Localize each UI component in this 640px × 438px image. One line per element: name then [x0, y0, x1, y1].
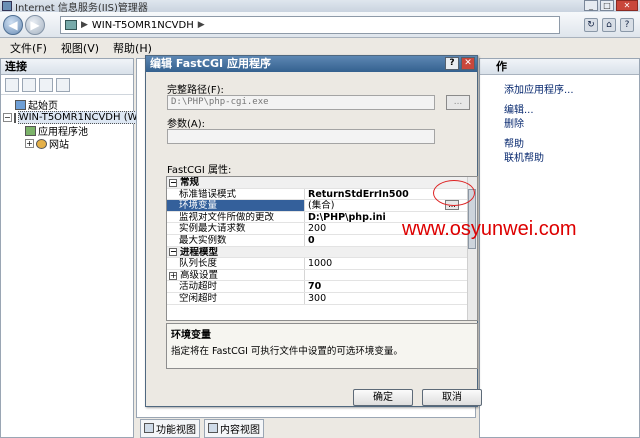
arguments-label: 参数(A): — [167, 119, 206, 130]
prop-row-idle-timeout[interactable]: 空闲超时 300 — [167, 292, 477, 305]
save-icon[interactable] — [22, 78, 36, 92]
tree-item-sites[interactable]: + 网站 — [3, 137, 133, 151]
home-icon[interactable]: ⌂ — [602, 18, 616, 32]
action-delete[interactable]: 删除 — [504, 115, 639, 130]
menu-bar: 文件(F) 视图(V) 帮助(H) — [0, 40, 640, 56]
menu-view[interactable]: 视图(V) — [61, 40, 99, 56]
full-path-browse-button[interactable]: ... — [446, 95, 470, 110]
tree-item-start-page[interactable]: 起始页 — [3, 98, 133, 112]
sites-globe-icon — [36, 138, 47, 149]
connections-header: 连接 — [1, 59, 133, 75]
property-description: 环境变量 指定将在 FastCGI 可执行文件中设置的可选环境变量。 — [166, 323, 478, 369]
address-bar: ◀ ▶ ▶ WIN-T5OMR1NCVDH ▶ ↻ ⌂ ? — [0, 12, 640, 38]
address-path: WIN-T5OMR1NCVDH — [91, 19, 194, 31]
content-view-icon — [208, 423, 218, 433]
watermark-text: www.osyunwei.com — [402, 218, 577, 240]
actions-panel: 作 添加应用程序... 编辑... 删除 帮助 联机帮助 — [479, 58, 640, 438]
server-node-icon — [13, 112, 16, 123]
iis-app-icon — [2, 1, 12, 11]
back-button[interactable]: ◀ — [3, 15, 23, 35]
refresh-icon[interactable]: ↻ — [584, 18, 598, 32]
collapse-icon[interactable]: − — [169, 248, 177, 257]
tab-features-view[interactable]: 功能视图 — [140, 418, 200, 438]
prop-row-activity-timeout[interactable]: 活动超时 70 — [167, 281, 477, 293]
forward-button[interactable]: ▶ — [25, 15, 45, 35]
up-icon[interactable] — [39, 78, 53, 92]
description-title: 环境变量 — [171, 330, 211, 341]
dialog-title: 编辑 FastCGI 应用程序 — [150, 57, 271, 70]
expand-icon[interactable]: + — [25, 139, 34, 148]
prop-row-environment-variables[interactable]: 环境变量 (集合)... — [167, 200, 477, 212]
start-page-icon — [15, 99, 26, 110]
category-process-model[interactable]: − 进程模型 — [167, 246, 477, 259]
window-title-bar: Internet 信息服务(IIS)管理器 _ □ ✕ — [0, 0, 640, 14]
arguments-input[interactable] — [167, 129, 435, 144]
ok-button[interactable]: 确定 — [353, 389, 413, 406]
close-window-button[interactable]: ✕ — [616, 0, 638, 11]
collapse-icon[interactable]: − — [3, 113, 12, 122]
dialog-close-button[interactable]: ✕ — [461, 57, 475, 70]
help-icon[interactable]: ? — [620, 18, 634, 32]
action-online-help[interactable]: 联机帮助 — [504, 149, 639, 164]
menu-help[interactable]: 帮助(H) — [113, 40, 152, 56]
action-help[interactable]: 帮助 — [504, 135, 639, 150]
prop-row-queue-length[interactable]: 队列长度 1000 — [167, 258, 477, 270]
connections-tree: 起始页 − WIN-T5OMR1NCVDH (WIN 应用程序池 + 网站 — [1, 95, 149, 151]
disconnect-icon[interactable] — [56, 78, 70, 92]
app-pool-icon — [25, 125, 36, 136]
properties-grid: − 常规 标准错误模式 ReturnStdErrIn500 环境变量 (集合)..… — [166, 176, 478, 321]
prop-row-advanced-settings[interactable]: + 高级设置 — [167, 269, 477, 282]
fastcgi-properties-label: FastCGI 属性: — [167, 165, 232, 176]
expand-icon[interactable]: + — [169, 271, 177, 280]
description-text: 指定将在 FastCGI 可执行文件中设置的可选环境变量。 — [171, 346, 403, 357]
breadcrumb-separator-icon: ▶ — [81, 20, 88, 30]
tab-content-view[interactable]: 内容视图 — [204, 418, 264, 438]
annotation-circle — [433, 180, 475, 206]
connections-toolbar — [1, 75, 133, 95]
category-general[interactable]: − 常规 — [167, 177, 477, 189]
minimize-button[interactable]: _ — [584, 0, 598, 11]
prop-row-std-error-mode[interactable]: 标准错误模式 ReturnStdErrIn500 — [167, 188, 477, 201]
maximize-button[interactable]: □ — [600, 0, 614, 11]
action-edit[interactable]: 编辑... — [504, 101, 639, 116]
full-path-label: 完整路径(F): — [167, 85, 224, 96]
dialog-help-button[interactable]: ? — [445, 57, 459, 70]
view-tabs: 功能视图 内容视图 — [136, 418, 476, 438]
menu-file[interactable]: 文件(F) — [10, 40, 47, 56]
connect-icon[interactable] — [5, 78, 19, 92]
full-path-input[interactable]: D:\PHP\php-cgi.exe — [167, 95, 435, 110]
cancel-button[interactable]: 取消 — [422, 389, 482, 406]
connections-panel: 连接 起始页 − WIN-T5OMR1NCVDH (WIN 应用程序池 + 网站 — [0, 58, 149, 438]
features-view-icon — [144, 423, 154, 433]
collapse-icon[interactable]: − — [169, 178, 177, 187]
dialog-title-bar: 编辑 FastCGI 应用程序 ? ✕ — [146, 56, 477, 72]
breadcrumb-arrow-icon: ▶ — [197, 20, 205, 30]
server-icon — [65, 20, 77, 30]
actions-header: 作 — [480, 59, 639, 75]
action-add-application[interactable]: 添加应用程序... — [504, 81, 639, 96]
address-box[interactable]: ▶ WIN-T5OMR1NCVDH ▶ — [60, 16, 560, 34]
